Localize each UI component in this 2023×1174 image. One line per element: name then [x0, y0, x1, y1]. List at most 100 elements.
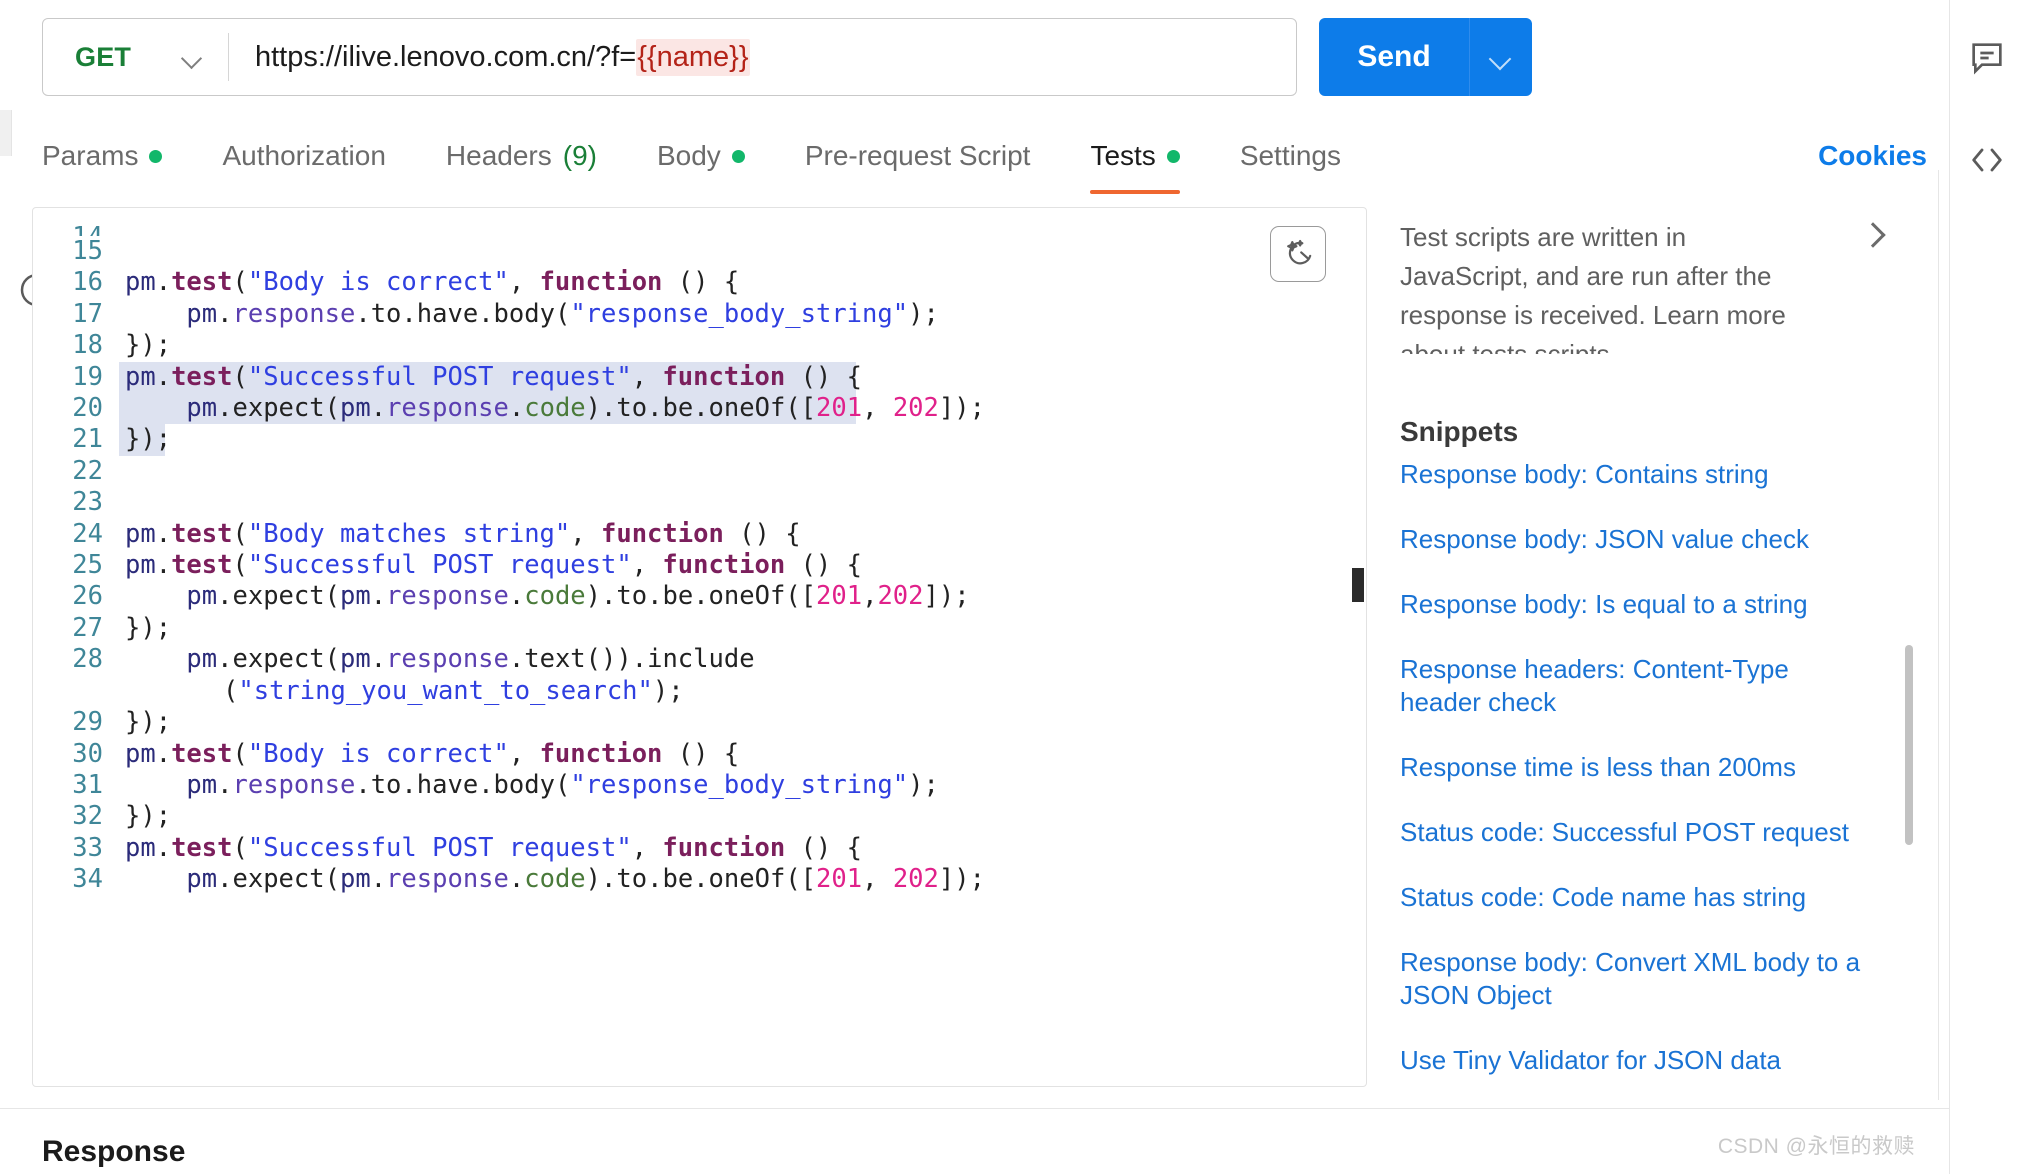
- code-token: .: [217, 864, 233, 895]
- code-token: });: [125, 330, 172, 361]
- send-button[interactable]: Send: [1319, 18, 1469, 96]
- cookies-link[interactable]: Cookies: [1818, 140, 1927, 172]
- snippet-item[interactable]: Response body: JSON value check: [1400, 523, 1870, 556]
- code-line[interactable]: 27});: [33, 613, 1366, 644]
- tab-label: Pre-request Script: [804, 140, 1031, 171]
- code-token: text: [524, 644, 586, 675]
- code-token: ,: [508, 738, 540, 769]
- snippet-item[interactable]: Response headers: Content-Type header ch…: [1400, 653, 1870, 719]
- code-line[interactable]: 23: [33, 487, 1366, 518]
- code-token: ,: [508, 267, 540, 298]
- code-line[interactable]: 15: [33, 236, 1366, 267]
- code-token: expect: [232, 393, 325, 424]
- line-number: 17: [72, 298, 103, 329]
- code-token: .: [155, 832, 172, 863]
- tab-authorization[interactable]: Authorization: [222, 132, 385, 194]
- code-token: test: [171, 738, 233, 769]
- code-line[interactable]: 24 pm.test("Body matches string", functio…: [33, 519, 1366, 550]
- code-line-text: pm.expect(pm.response.code).to.be.oneOf(…: [125, 581, 1366, 612]
- chevron-right-icon[interactable]: [1860, 222, 1886, 248]
- code-token: pm: [125, 550, 156, 581]
- line-number: 25: [72, 550, 103, 581]
- snippet-item[interactable]: Response time is less than 200ms: [1400, 751, 1870, 784]
- code-line[interactable]: 26 pm.expect(pm.response.code).to.be.one…: [33, 581, 1366, 612]
- code-line[interactable]: 18});: [33, 330, 1366, 361]
- code-token: test: [171, 361, 233, 392]
- tab-headers[interactable]: Headers (9): [446, 132, 597, 194]
- code-token: );: [908, 298, 939, 329]
- tab-settings[interactable]: Settings: [1240, 132, 1341, 194]
- code-line[interactable]: 20 pm.expect(pm.response.code).to.be.one…: [33, 393, 1366, 425]
- code-token: });: [125, 424, 172, 455]
- snippet-item[interactable]: Status code: Successful POST request: [1400, 816, 1870, 849]
- code-token: pm: [186, 644, 218, 675]
- code-token: "Body is correct": [247, 738, 509, 769]
- code-token: "string_you_want_to_search": [238, 675, 653, 706]
- code-icon[interactable]: [1967, 140, 2007, 180]
- code-token: ]);: [938, 393, 985, 424]
- snippets-scrollbar[interactable]: [1905, 645, 1913, 845]
- code-line[interactable]: 19 pm.test("Successful POST request", fun…: [33, 361, 1366, 394]
- snippet-item[interactable]: Response body: Is equal to a string: [1400, 588, 1870, 621]
- code-token: (: [232, 550, 248, 581]
- code-token: "Successful POST request": [247, 550, 632, 581]
- snippet-item[interactable]: Response body: Convert XML body to a JSO…: [1400, 946, 1870, 1012]
- editor-vertical-scrollbar[interactable]: [1352, 568, 1364, 602]
- tab-label: Params: [42, 140, 139, 171]
- code-token: .: [693, 581, 709, 612]
- line-number: 30: [72, 738, 103, 769]
- snippet-item[interactable]: Use Tiny Validator for JSON data: [1400, 1044, 1870, 1077]
- code-line[interactable]: 34 pm.expect(pm.response.code).to.be.one…: [33, 864, 1366, 895]
- code-lines[interactable]: 141516pm.test("Body is correct", functio…: [33, 208, 1366, 1086]
- code-line[interactable]: 28 pm.expect(pm.response.text()).include: [33, 644, 1366, 675]
- code-token: pm: [186, 298, 218, 329]
- code-line[interactable]: 17 pm.response.to.have.body("response_bo…: [33, 299, 1366, 330]
- snippets-list: Response body: Contains string Response b…: [1400, 458, 1910, 1077]
- tab-tests[interactable]: Tests: [1090, 132, 1180, 194]
- code-token: response: [386, 393, 509, 424]
- tests-script-editor[interactable]: 141516pm.test("Body is correct", functio…: [32, 207, 1367, 1087]
- code-token: () {: [785, 361, 862, 392]
- code-token: response: [386, 581, 509, 612]
- line-number: 14: [33, 222, 125, 236]
- tab-params[interactable]: Params: [42, 132, 163, 194]
- comment-icon[interactable]: [1967, 38, 2007, 78]
- code-token: function: [539, 267, 663, 298]
- url-input[interactable]: https://ilive.lenovo.com.cn/?f= {{name}}: [229, 19, 1296, 95]
- code-token: pm: [339, 644, 371, 675]
- code-line[interactable]: 16 pm.test("Body is correct", function ()…: [33, 267, 1366, 298]
- code-token: ,: [570, 518, 601, 549]
- code-token: "Successful POST request": [247, 832, 632, 863]
- code-line[interactable]: 31 pm.response.to.have.body("response_bo…: [33, 770, 1366, 801]
- snippet-item[interactable]: Response body: Contains string: [1400, 458, 1870, 491]
- code-token: .: [647, 864, 663, 895]
- code-token: to: [370, 769, 402, 800]
- code-line-wrapped[interactable]: ("string_you_want_to_search");: [33, 676, 1366, 707]
- code-line[interactable]: 22: [33, 456, 1366, 487]
- code-line-text: });: [125, 330, 1366, 361]
- snippet-item[interactable]: Status code: Code name has string: [1400, 881, 1870, 914]
- code-token: .: [370, 644, 387, 675]
- code-token: .: [401, 769, 417, 800]
- code-token: .: [508, 644, 525, 675]
- send-options-button[interactable]: [1470, 18, 1532, 96]
- code-token: response: [386, 864, 509, 895]
- code-token: .: [401, 298, 417, 329]
- code-line[interactable]: 29});: [33, 707, 1366, 738]
- code-line[interactable]: 14: [33, 222, 1366, 236]
- code-line[interactable]: 21});: [33, 424, 1366, 457]
- code-line[interactable]: 33 pm.test("Successful POST request", fun…: [33, 833, 1366, 864]
- tab-body[interactable]: Body: [657, 132, 745, 194]
- code-line[interactable]: 25 pm.test("Successful POST request", fun…: [33, 550, 1366, 581]
- code-token: body: [493, 769, 555, 800]
- code-line-text: [125, 456, 1366, 487]
- tab-pre-request-script[interactable]: Pre-request Script: [805, 132, 1031, 194]
- code-line[interactable]: 32});: [33, 801, 1366, 832]
- http-method-select[interactable]: GET: [43, 19, 228, 95]
- code-token: .: [508, 864, 525, 895]
- code-token: .: [155, 738, 172, 769]
- code-token: ([: [785, 393, 817, 424]
- sidebar-collapse-handle[interactable]: [0, 110, 12, 156]
- code-line[interactable]: 30 pm.test("Body is correct", function ()…: [33, 739, 1366, 770]
- magic-wand-icon[interactable]: [1270, 226, 1326, 282]
